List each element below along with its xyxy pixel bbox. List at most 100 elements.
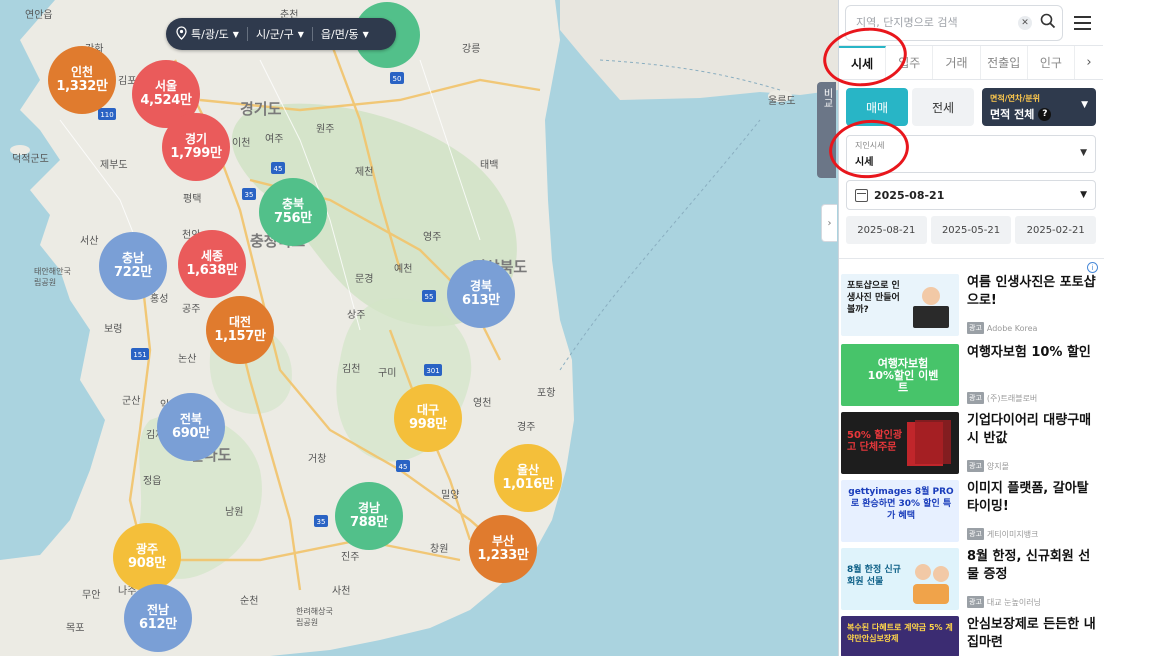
region-cluster-chungbuk[interactable]: 충북 756만 [259,178,327,246]
region-value: 1,233만 [477,548,529,563]
region-cluster-ulsan[interactable]: 울산 1,016만 [494,444,562,512]
region-name: 부산 [491,534,515,548]
tab-migration[interactable]: 전출입 [981,46,1028,79]
place-label: 창원 [430,544,449,555]
ad-thumbnail: 여행자보험 10%할인 이벤트 [841,344,959,406]
ad-badge: 광고 [967,322,984,334]
svg-text:301: 301 [426,367,439,375]
region-cluster-sejong[interactable]: 세종 1,638만 [178,230,246,298]
region-cluster-gyeonggi[interactable]: 경기 1,799만 [162,113,230,181]
region-cluster-daejeon[interactable]: 대전 1,157만 [206,296,274,364]
svg-text:35: 35 [245,191,254,199]
location-pin-icon [176,25,187,43]
place-label: 원주 [316,124,335,135]
ad-title: 여행자보험 10% 할인 [967,345,1091,360]
region-cluster-gyeongnam[interactable]: 경남 788만 [335,482,403,550]
tab-price[interactable]: 시세 [839,46,887,79]
place-label: 제천 [355,167,374,178]
ad-item[interactable]: 포토샵으로 인생사진 만들어볼까? 여름 인생사진은 포토샵으로! 광고 Adob… [841,274,1099,336]
province-label: 경기도 [240,100,282,118]
place-label: 영천 [473,398,492,409]
ad-item[interactable]: gettyimages 8월 PRO로 환승하면 30% 할인 특가 혜택 이미… [841,480,1099,542]
panel-collapse-handle[interactable]: › [821,204,837,242]
place-label: 구미 [378,368,397,379]
help-icon[interactable]: ? [1038,107,1052,121]
tab-population[interactable]: 인구 [1028,46,1076,79]
ad-badge: 광고 [967,596,984,608]
ad-info-icon[interactable]: i [1087,262,1098,273]
region-cluster-jeonbuk[interactable]: 전북 690만 [157,393,225,461]
region-value: 1,638만 [186,263,238,278]
ad-thumb-text: 포토샵으로 인생사진 만들어볼까? [847,281,900,315]
search-input[interactable] [856,16,1018,29]
ad-thumbnail: 8월 한정 신규회원 선물 [841,548,959,610]
date-select[interactable]: 2025-08-21 ▼ [846,180,1096,210]
sale-button[interactable]: 매매 [846,88,908,126]
place-label: 덕적군도 [12,154,49,165]
quick-date-button[interactable]: 2025-08-21 [846,216,927,244]
ad-title: 8월 한정, 신규회원 선물 증정 [967,549,1091,582]
region-value: 908만 [128,556,166,571]
region-cluster-chungnam[interactable]: 충남 722만 [99,232,167,300]
province-select[interactable]: 특/광/도 ▼ [191,26,239,42]
region-name: 세종 [200,249,224,263]
place-label: 경주 [517,422,536,433]
region-cluster-daegu[interactable]: 대구 998만 [394,384,462,452]
place-label: 강릉 [462,44,481,55]
tab-transactions[interactable]: 거래 [933,46,981,79]
place-label: 김천 [342,364,361,375]
ad-badge: 광고 [967,460,984,472]
quick-date-button[interactable]: 2025-02-21 [1015,216,1097,244]
place-label: 순천 [240,596,259,607]
tab-scroll-right-icon[interactable]: › [1075,46,1103,79]
region-cluster-incheon[interactable]: 인천 1,332만 [48,46,116,114]
region-value: 998만 [409,417,447,432]
place-label: 군산 [122,396,141,407]
region-cluster-gyeongbuk[interactable]: 경북 613만 [447,260,515,328]
town-select[interactable]: 읍/면/동 ▼ [321,26,369,42]
chevron-down-icon: ▼ [1080,148,1087,158]
price-type-select[interactable]: 지인시세 시세 ▼ [846,135,1096,173]
ad-title: 기업다이어리 대량구매 시 반값 [967,413,1092,446]
region-cluster-jeonnam[interactable]: 전남 612만 [124,584,192,652]
hamburger-menu-icon[interactable] [1067,15,1097,30]
quick-date-button[interactable]: 2025-05-21 [930,216,1012,244]
place-label: 태백 [480,160,499,171]
ad-source: 게티이미지뱅크 [986,529,1039,539]
ad-source: 대교 눈높이러닝 [986,597,1041,607]
tab-move-in[interactable]: 입주 [886,46,934,79]
compare-side-tab[interactable]: 비교 [817,82,836,178]
chevron-down-icon: ▼ [1080,190,1087,200]
region-name: 대전 [228,315,252,329]
region-name: 경남 [357,501,381,515]
ad-item[interactable]: 8월 한정 신규회원 선물 8월 한정, 신규회원 선물 증정 광고 대교 눈높이… [841,548,1099,610]
search-icon[interactable] [1040,13,1056,33]
place-label: 연안읍 [25,10,53,21]
ad-thumb-text: 복수된 다혜트로 계약금 5% 계약만안심보장제 [847,623,953,643]
area-filter-select[interactable]: 면적/연차/분위 면적 전체 ? ▼ [982,88,1096,126]
ad-item[interactable]: 복수된 다혜트로 계약금 5% 계약만안심보장제 안심보장제로 든든한 내집마련 [841,616,1099,656]
jeonse-button[interactable]: 전세 [912,88,974,126]
place-label: 영주 [423,232,442,243]
region-cluster-gwangju[interactable]: 광주 908만 [113,523,181,591]
place-label: 문경 [355,274,374,285]
region-cluster-busan[interactable]: 부산 1,233만 [469,515,537,583]
date-select-value: 2025-08-21 [874,188,945,202]
region-value: 1,332만 [56,79,108,94]
region-name: 광주 [135,542,159,556]
ad-thumb-text: 50% 할인광고 단체주문 [847,430,903,453]
ad-item[interactable]: 여행자보험 10%할인 이벤트 여행자보험 10% 할인 광고 (주)트래블로버 [841,344,1099,406]
region-name: 울산 [516,463,540,477]
map-view[interactable]: 110 45 35 50 55 151 301 45 35 연안읍 강화 김포 … [0,0,838,656]
region-name: 충남 [121,251,145,265]
ad-source: Adobe Korea [986,323,1038,333]
clear-search-icon[interactable]: ✕ [1018,15,1032,30]
city-select-label: 시/군/구 [255,28,294,41]
region-name: 경기 [184,132,208,146]
search-box: ✕ [845,4,1063,41]
search-row: ✕ [839,0,1103,46]
place-label: 포항 [537,388,556,399]
city-select[interactable]: 시/군/구 ▼ [256,26,304,42]
place-label: 제부도 [100,160,128,171]
ad-item[interactable]: 50% 할인광고 단체주문 기업다이어리 대량구매 시 반값 광고 양지몰 [841,412,1099,474]
